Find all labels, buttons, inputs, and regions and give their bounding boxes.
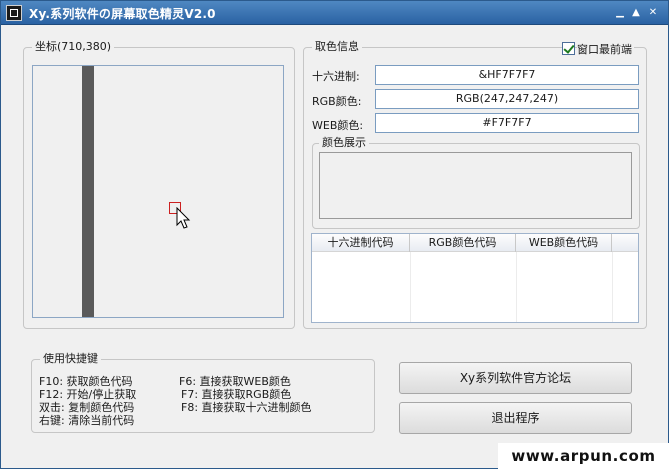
column-header-hex[interactable]: 十六进制代码 xyxy=(312,234,410,252)
shortcut-f10: F10: 获取颜色代码 xyxy=(39,375,133,388)
shortcut-double-click: 双击: 复制颜色代码 xyxy=(39,401,135,414)
rgb-field[interactable]: RGB(247,247,247) xyxy=(375,89,639,109)
magnifier-view xyxy=(32,65,284,318)
restore-icon[interactable]: ▲ xyxy=(629,6,643,20)
color-swatch xyxy=(319,152,632,219)
exit-button[interactable]: 退出程序 xyxy=(399,402,632,434)
web-label: WEB颜色: xyxy=(312,119,364,132)
shortcut-f12: F12: 开始/停止获取 xyxy=(39,388,137,401)
rgb-label: RGB颜色: xyxy=(312,95,362,108)
topmost-checkbox[interactable] xyxy=(562,42,575,55)
cursor-icon xyxy=(176,207,191,229)
hex-field[interactable]: &HF7F7F7 xyxy=(375,65,639,85)
shortcuts-label: 使用快捷键 xyxy=(40,352,101,366)
magnified-bar xyxy=(82,66,94,317)
close-icon[interactable]: ✕ xyxy=(646,6,660,20)
shortcut-right-click: 右键: 清除当前代码 xyxy=(39,414,135,427)
color-preview-label: 颜色展示 xyxy=(319,136,369,150)
minimize-icon[interactable]: ▁ xyxy=(613,6,627,20)
color-info-label: 取色信息 xyxy=(312,40,362,54)
column-divider xyxy=(612,252,613,322)
shortcut-f8: F8: 直接获取十六进制颜色 xyxy=(181,401,312,414)
column-header-rgb[interactable]: RGB颜色代码 xyxy=(410,234,516,252)
web-field[interactable]: #F7F7F7 xyxy=(375,113,639,133)
topmost-label: 窗口最前端 xyxy=(577,41,634,57)
shortcut-f7: F7: 直接获取RGB颜色 xyxy=(181,388,292,401)
column-divider xyxy=(516,252,517,322)
app-window: Xy.系列软件の屏幕取色精灵V2.0 ▁ ▲ ✕ 坐标(710,380) 取色信… xyxy=(0,0,669,469)
app-icon[interactable] xyxy=(6,5,22,21)
title-bar[interactable]: Xy.系列软件の屏幕取色精灵V2.0 ▁ ▲ ✕ xyxy=(1,1,668,25)
hex-label: 十六进制: xyxy=(312,70,360,83)
coordinates-label: 坐标(710,380) xyxy=(32,40,115,54)
color-history-table[interactable]: 十六进制代码 RGB颜色代码 WEB颜色代码 xyxy=(311,233,639,323)
site-watermark: www.arpun.com xyxy=(498,443,669,469)
shortcut-f6: F6: 直接获取WEB颜色 xyxy=(179,375,291,388)
table-header: 十六进制代码 RGB颜色代码 WEB颜色代码 xyxy=(312,234,638,252)
column-divider xyxy=(410,252,411,322)
forum-button[interactable]: Xy系列软件官方论坛 xyxy=(399,362,632,394)
window-title: Xy.系列软件の屏幕取色精灵V2.0 xyxy=(29,7,216,21)
column-header-web[interactable]: WEB颜色代码 xyxy=(516,234,612,252)
